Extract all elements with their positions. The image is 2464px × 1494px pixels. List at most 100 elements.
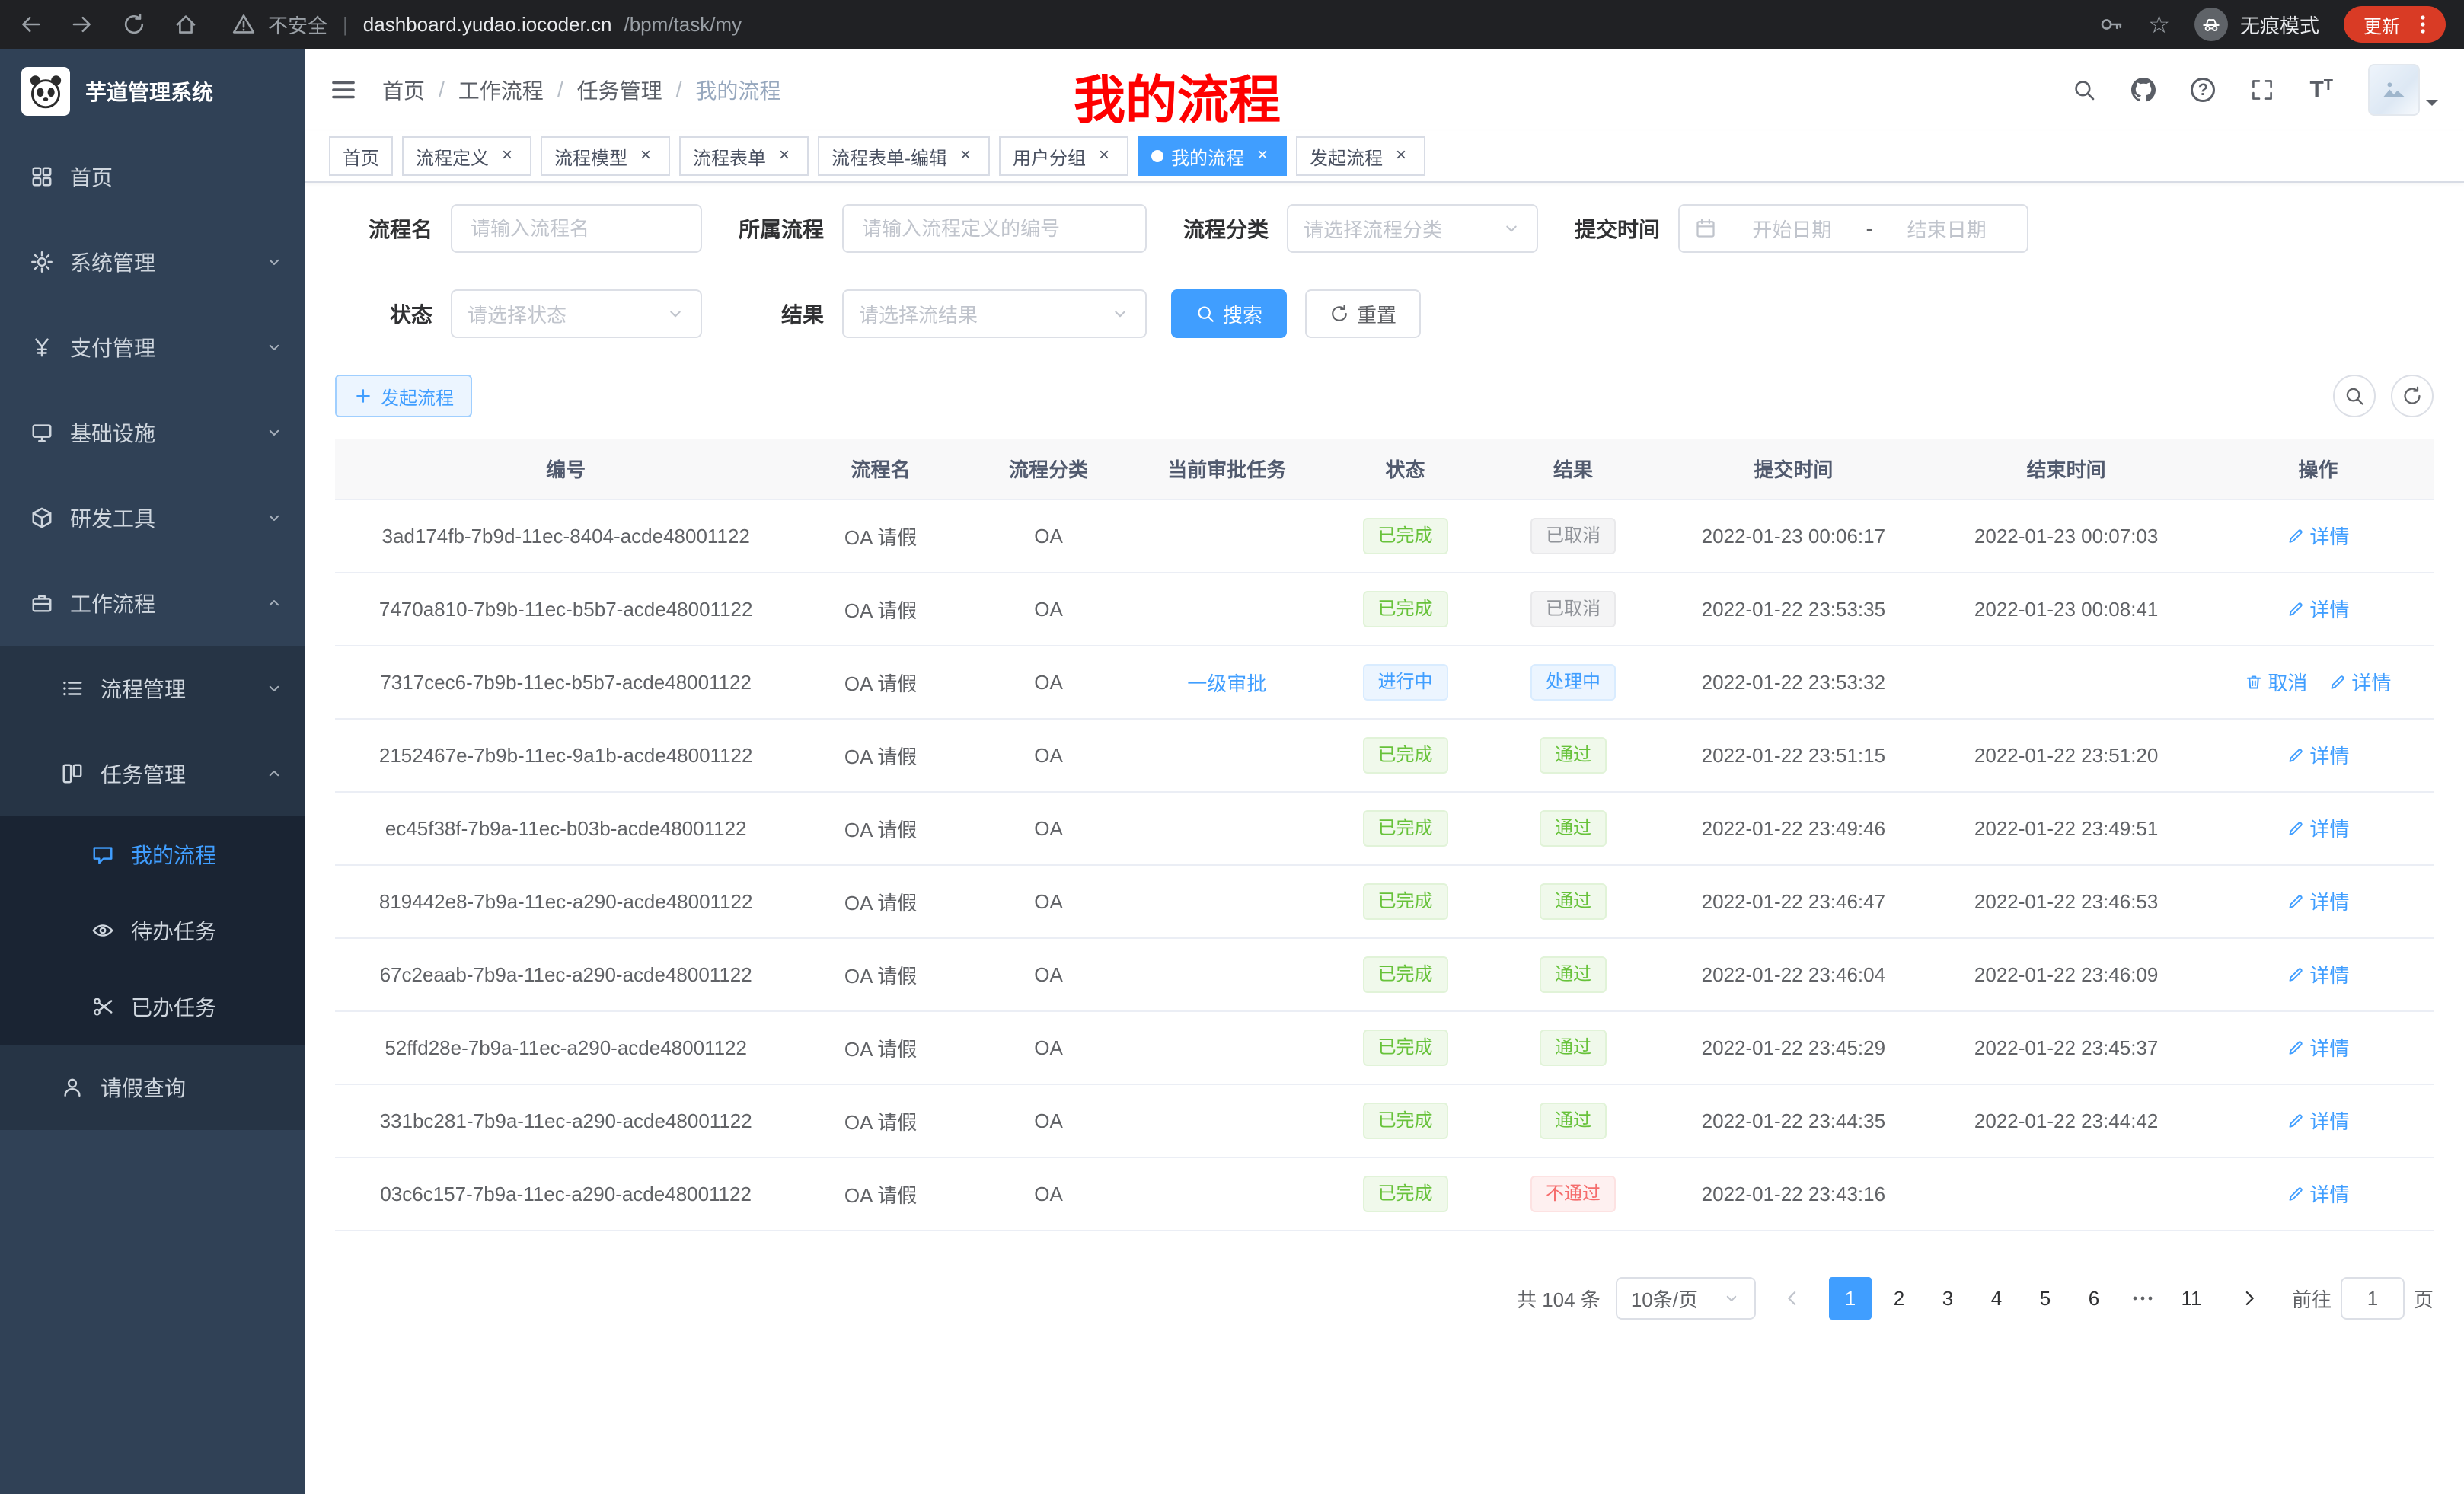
close-icon[interactable]: × bbox=[955, 145, 976, 167]
back-icon[interactable] bbox=[18, 12, 43, 37]
sidebar-item-todo-tasks[interactable]: 待办任务 bbox=[0, 892, 305, 969]
result-select[interactable]: 请选择流结果 bbox=[842, 289, 1147, 338]
tab-process-form-edit[interactable]: 流程表单-编辑× bbox=[818, 136, 990, 176]
category-select[interactable]: 请选择流程分类 bbox=[1287, 204, 1538, 253]
page-5-button[interactable]: 5 bbox=[2024, 1277, 2067, 1320]
process-category-cell: OA bbox=[965, 938, 1132, 1011]
url-path: /bpm/task/my bbox=[624, 13, 742, 37]
breadcrumb-item[interactable]: 工作流程 bbox=[458, 75, 544, 105]
sidebar-item-home[interactable]: 首页 bbox=[0, 134, 305, 219]
hamburger-icon[interactable] bbox=[329, 75, 358, 104]
sidebar-item-leave-query[interactable]: 请假查询 bbox=[0, 1045, 305, 1130]
detail-action-link[interactable]: 详情 bbox=[2287, 814, 2349, 842]
detail-action-link[interactable]: 详情 bbox=[2287, 595, 2349, 623]
process-table: 编号流程名流程分类当前审批任务状态结果提交时间结束时间操作 3ad174fb-7… bbox=[335, 439, 2434, 1231]
home-icon bbox=[30, 165, 53, 188]
reload-icon[interactable] bbox=[122, 12, 146, 37]
search-button[interactable]: 搜索 bbox=[1171, 289, 1287, 338]
close-icon[interactable]: × bbox=[1093, 145, 1115, 167]
close-icon[interactable]: × bbox=[1252, 145, 1273, 167]
page-size-select[interactable]: 10条/页 bbox=[1616, 1277, 1756, 1320]
user-avatar[interactable] bbox=[2368, 64, 2440, 116]
sidebar-item-label: 任务管理 bbox=[101, 758, 248, 789]
detail-action-link[interactable]: 详情 bbox=[2287, 887, 2349, 915]
tab-process-definition[interactable]: 流程定义× bbox=[402, 136, 531, 176]
page-6-button[interactable]: 6 bbox=[2073, 1277, 2115, 1320]
current-task-cell bbox=[1132, 1084, 1321, 1157]
chevron-down-icon bbox=[1722, 1289, 1741, 1307]
github-icon[interactable] bbox=[2131, 78, 2156, 102]
submit-time-cell: 2022-01-22 23:53:32 bbox=[1657, 646, 1929, 719]
detail-action-link[interactable]: 详情 bbox=[2287, 1180, 2349, 1208]
detail-action-link[interactable]: 详情 bbox=[2328, 668, 2391, 696]
browser-menu-icon[interactable] bbox=[2411, 12, 2435, 37]
sidebar-item-devtools[interactable]: 研发工具 bbox=[0, 475, 305, 560]
tab-my-process[interactable]: 我的流程× bbox=[1138, 136, 1287, 176]
bookmark-star-icon[interactable]: ☆ bbox=[2148, 12, 2170, 37]
process-definition-input[interactable] bbox=[842, 204, 1147, 253]
detail-action-link[interactable]: 详情 bbox=[2287, 741, 2349, 769]
close-icon[interactable]: × bbox=[635, 145, 656, 167]
column-header: 结束时间 bbox=[1930, 439, 2203, 500]
tab-start-process[interactable]: 发起流程× bbox=[1296, 136, 1425, 176]
sidebar-item-my-process[interactable]: 我的流程 bbox=[0, 816, 305, 892]
reset-button[interactable]: 重置 bbox=[1305, 289, 1421, 338]
browser-home-icon[interactable] bbox=[174, 12, 198, 37]
sidebar-item-workflow[interactable]: 工作流程 bbox=[0, 560, 305, 646]
close-icon[interactable]: × bbox=[496, 145, 518, 167]
breadcrumb-item[interactable]: 首页 bbox=[382, 75, 425, 105]
date-range-picker[interactable]: 开始日期 - 结束日期 bbox=[1678, 204, 2028, 253]
tab-process-form[interactable]: 流程表单× bbox=[679, 136, 809, 176]
close-icon[interactable]: × bbox=[1390, 145, 1412, 167]
process-name-cell: OA 请假 bbox=[796, 1157, 964, 1231]
status-tag: 已完成 bbox=[1363, 737, 1448, 774]
tab-label: 首页 bbox=[343, 143, 379, 170]
prev-page-button[interactable] bbox=[1771, 1277, 1814, 1320]
sidebar-item-system[interactable]: 系统管理 bbox=[0, 219, 305, 305]
breadcrumb-item[interactable]: 任务管理 bbox=[577, 75, 662, 105]
detail-action-link[interactable]: 详情 bbox=[2287, 1033, 2349, 1061]
page-1-button[interactable]: 1 bbox=[1829, 1277, 1872, 1320]
help-icon[interactable]: ? bbox=[2191, 78, 2215, 102]
update-button[interactable]: 更新 bbox=[2344, 6, 2446, 43]
detail-action-link[interactable]: 详情 bbox=[2287, 522, 2349, 550]
search-icon[interactable] bbox=[2072, 78, 2096, 102]
create-process-button[interactable]: 发起流程 bbox=[335, 375, 472, 417]
page-3-button[interactable]: 3 bbox=[1926, 1277, 1969, 1320]
detail-action-link[interactable]: 详情 bbox=[2287, 960, 2349, 988]
next-page-button[interactable] bbox=[2228, 1277, 2271, 1320]
tab-home[interactable]: 首页 bbox=[329, 136, 393, 176]
page-11-button[interactable]: 11 bbox=[2170, 1277, 2213, 1320]
fullscreen-icon[interactable] bbox=[2250, 78, 2274, 102]
goto-page-input[interactable] bbox=[2341, 1277, 2405, 1320]
key-icon[interactable] bbox=[2099, 12, 2124, 37]
refresh-table-button[interactable] bbox=[2391, 375, 2434, 417]
process-name-input[interactable] bbox=[451, 204, 702, 253]
sidebar-item-process-management[interactable]: 流程管理 bbox=[0, 646, 305, 731]
more-pages-icon[interactable] bbox=[2121, 1277, 2164, 1320]
table-row: 03c6c157-7b9a-11ec-a290-acde48001122OA 请… bbox=[335, 1157, 2434, 1231]
goto-unit: 页 bbox=[2414, 1285, 2434, 1313]
tab-process-model[interactable]: 流程模型× bbox=[541, 136, 670, 176]
status-select[interactable]: 请选择状态 bbox=[451, 289, 702, 338]
browser-actions: ☆ 无痕模式 更新 bbox=[2099, 6, 2446, 43]
sidebar-item-task-management[interactable]: 任务管理 bbox=[0, 731, 305, 816]
current-task-link[interactable]: 一级审批 bbox=[1187, 672, 1266, 695]
cancel-action-link[interactable]: 取消 bbox=[2245, 668, 2307, 696]
process-id-cell: 7470a810-7b9b-11ec-b5b7-acde48001122 bbox=[335, 573, 796, 646]
edit-icon bbox=[2287, 966, 2305, 984]
table-row: 2152467e-7b9b-11ec-9a1b-acde48001122OA 请… bbox=[335, 719, 2434, 792]
sidebar-item-payment[interactable]: 支付管理 bbox=[0, 305, 305, 390]
app-title: 芋道管理系统 bbox=[85, 76, 213, 107]
page-2-button[interactable]: 2 bbox=[1878, 1277, 1920, 1320]
font-size-icon[interactable]: TT bbox=[2309, 77, 2333, 103]
forward-icon[interactable] bbox=[70, 12, 94, 37]
sidebar-item-done-tasks[interactable]: 已办任务 bbox=[0, 969, 305, 1045]
detail-action-link[interactable]: 详情 bbox=[2287, 1106, 2349, 1135]
tab-user-group[interactable]: 用户分组× bbox=[999, 136, 1128, 176]
page-4-button[interactable]: 4 bbox=[1975, 1277, 2018, 1320]
sidebar-item-infrastructure[interactable]: 基础设施 bbox=[0, 390, 305, 475]
search-toggle-button[interactable] bbox=[2333, 375, 2376, 417]
address-bar[interactable]: 不安全 | dashboard.yudao.iocoder.cn/bpm/tas… bbox=[231, 11, 2099, 39]
close-icon[interactable]: × bbox=[774, 145, 795, 167]
